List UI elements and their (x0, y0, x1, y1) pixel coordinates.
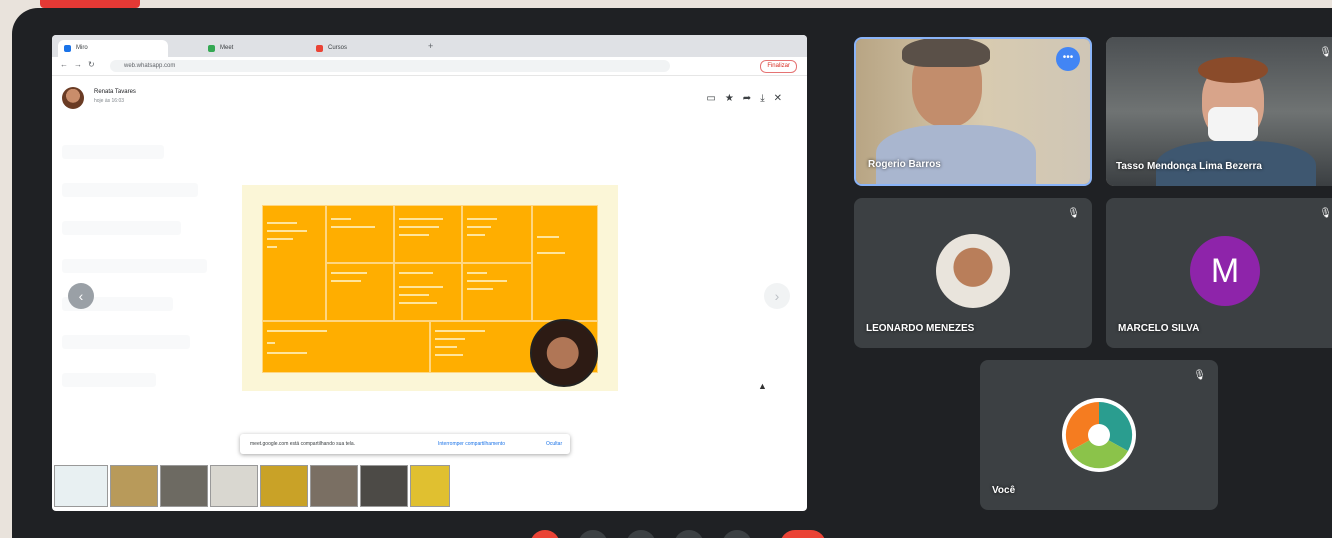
participant-body (876, 125, 1036, 184)
tab-label: Meet (220, 45, 234, 51)
end-call-button[interactable] (780, 530, 826, 538)
browser-tab-2[interactable]: Meet (202, 40, 302, 57)
hide-notice-button[interactable]: Ocultar (546, 434, 562, 454)
screen-share-notice: meet.google.com está compartilhando sua … (240, 434, 570, 454)
download-icon[interactable]: ⤓ (760, 93, 773, 104)
thumbnail[interactable] (310, 465, 358, 507)
tab-label: Miro (76, 45, 88, 51)
sender-avatar (62, 87, 84, 109)
tab-favicon-icon (208, 45, 215, 52)
sender-time: hoje às 16:03 (94, 98, 125, 104)
participant-hair (902, 39, 990, 67)
mic-off-icon: 🎙 (1319, 47, 1332, 58)
share-notice-text: meet.google.com está compartilhando sua … (250, 441, 356, 447)
canvas-cell (262, 205, 326, 321)
presenter-face-overlay (530, 319, 598, 387)
meet-window: Miro Meet Cursos + ← → ↻ web.whatsapp.co… (12, 8, 1332, 538)
more-options-icon[interactable]: ••• (1056, 47, 1080, 71)
browser-tab-3[interactable]: Cursos (310, 40, 420, 57)
viewer-toolbar: ▭★➦⤓✕ (706, 93, 791, 104)
reload-icon[interactable]: ↻ (88, 60, 95, 69)
participant-name: Tasso Mendonça Lima Bezerra (1116, 161, 1262, 172)
canvas-cell (394, 263, 462, 321)
canvas-cell (326, 205, 394, 263)
new-tab-icon[interactable]: + (428, 41, 433, 51)
next-image-button[interactable]: › (764, 283, 790, 309)
thumbnail[interactable] (360, 465, 408, 507)
forward-icon[interactable]: → (74, 60, 82, 69)
mouse-cursor-icon: ▲ (758, 381, 767, 391)
canvas-cell (532, 205, 598, 321)
canvas-cell (262, 321, 430, 373)
close-icon[interactable]: ✕ (774, 93, 791, 104)
mic-off-icon: 🎙 (1319, 208, 1332, 219)
self-name: Você (992, 485, 1016, 496)
comment-icon[interactable]: ▭ (706, 93, 724, 104)
participant-name: MARCELO SILVA (1118, 323, 1200, 334)
canvas-cell (394, 205, 462, 263)
background-chat-list (62, 145, 232, 485)
thumbnail[interactable] (160, 465, 208, 507)
browser-tab-bar: Miro Meet Cursos + (52, 35, 807, 57)
sender-name: Renata Tavares (94, 89, 136, 95)
star-icon[interactable]: ★ (725, 93, 743, 104)
browser-tab-1[interactable]: Miro (58, 40, 168, 57)
participant-name: Rogerio Barros (868, 159, 941, 170)
thumbnail[interactable] (410, 465, 450, 507)
browser-tab-indicator (40, 0, 140, 8)
present-button[interactable] (674, 530, 704, 538)
participant-tile[interactable]: M 🎙 MARCELO SILVA (1106, 198, 1332, 348)
participant-tile[interactable]: 🎙 Tasso Mendonça Lima Bezerra (1106, 37, 1332, 186)
participant-initial-avatar: M (1190, 236, 1260, 306)
self-logo-avatar (1062, 398, 1136, 472)
finish-button[interactable]: Finalizar (760, 60, 797, 73)
thumbnail-strip (52, 463, 462, 511)
participant-tile[interactable]: 🎙 LEONARDO MENEZES (854, 198, 1092, 348)
thumbnail[interactable] (210, 465, 258, 507)
tab-favicon-icon (316, 45, 323, 52)
participant-avatar (936, 234, 1010, 308)
self-tile[interactable]: 🎙 Você (980, 360, 1218, 510)
thumbnail[interactable] (110, 465, 158, 507)
previous-image-button[interactable]: ‹ (68, 283, 94, 309)
thumbnail[interactable] (54, 465, 108, 507)
stop-sharing-button[interactable]: Interromper compartilhamento (432, 439, 511, 449)
camera-toggle-button[interactable] (578, 530, 608, 538)
face-mask (1208, 107, 1258, 141)
participant-tile[interactable]: ••• Rogerio Barros (854, 37, 1092, 186)
participant-hair (1198, 57, 1268, 83)
canvas-cell (326, 263, 394, 321)
participant-name: LEONARDO MENEZES (866, 323, 975, 334)
tab-favicon-icon (64, 45, 71, 52)
thumbnail[interactable] (260, 465, 308, 507)
image-preview (242, 185, 618, 391)
forward-icon[interactable]: ➦ (743, 93, 760, 104)
more-options-button[interactable] (722, 530, 752, 538)
back-icon[interactable]: ← (60, 60, 68, 69)
url-field[interactable]: web.whatsapp.com (110, 60, 670, 72)
mic-off-icon: 🎙 (1193, 370, 1206, 381)
address-bar-row: ← → ↻ web.whatsapp.com Finalizar (52, 57, 807, 76)
mic-off-icon: 🎙 (1067, 208, 1080, 219)
tab-label: Cursos (328, 45, 348, 51)
mic-toggle-button[interactable] (530, 530, 560, 538)
canvas-cell (462, 205, 532, 263)
canvas-cell (462, 263, 532, 321)
captions-button[interactable] (626, 530, 656, 538)
